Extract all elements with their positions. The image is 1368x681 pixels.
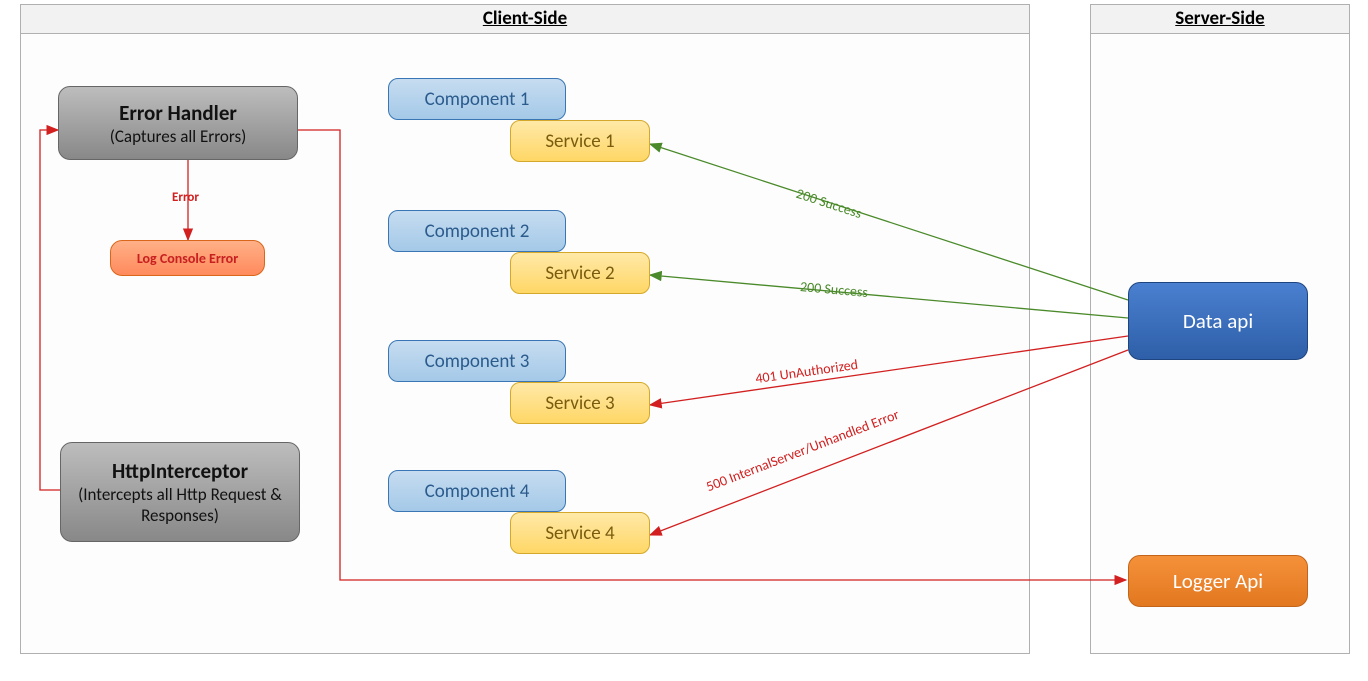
http-interceptor-title: HttpInterceptor [112, 458, 248, 484]
component-2-box: Component 2 [388, 210, 566, 252]
error-handler-subtitle: (Captures all Errors) [110, 126, 247, 147]
service-3-box: Service 3 [510, 382, 650, 424]
service-2-box: Service 2 [510, 252, 650, 294]
error-handler-box: Error Handler (Captures all Errors) [58, 86, 298, 160]
data-api-box: Data api [1128, 282, 1308, 360]
http-interceptor-subtitle: (Intercepts all Http Request & Responses… [71, 484, 289, 526]
component-3-box: Component 3 [388, 340, 566, 382]
error-handler-title: Error Handler [119, 100, 237, 126]
component-4-box: Component 4 [388, 470, 566, 512]
service-1-box: Service 1 [510, 120, 650, 162]
http-interceptor-box: HttpInterceptor (Intercepts all Http Req… [60, 442, 300, 542]
server-side-title: Server-Side [1090, 4, 1350, 34]
component-1-box: Component 1 [388, 78, 566, 120]
log-console-error-box: Log Console Error [110, 240, 265, 276]
client-side-title: Client-Side [20, 4, 1030, 34]
service-4-box: Service 4 [510, 512, 650, 554]
logger-api-box: Logger Api [1128, 555, 1308, 607]
